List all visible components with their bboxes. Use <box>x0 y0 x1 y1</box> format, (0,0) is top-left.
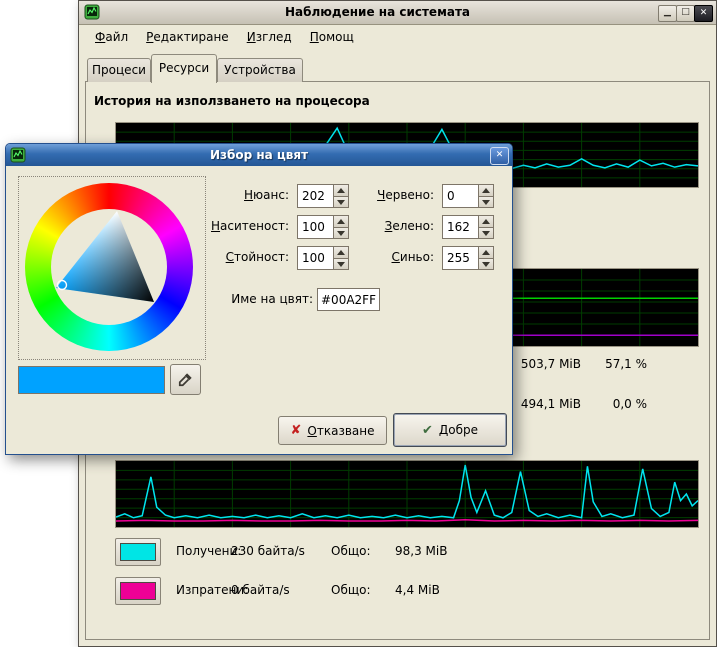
menu-file[interactable]: Файл <box>86 25 137 48</box>
cancel-button[interactable]: ✘ Отказване <box>278 416 387 445</box>
received-total-label: Общо: <box>331 544 371 558</box>
saturation-spinbox <box>297 215 349 239</box>
system-monitor-icon <box>84 4 100 20</box>
green-spinbox <box>442 215 494 239</box>
received-color-swatch <box>120 543 156 561</box>
cancel-icon: ✘ <box>291 423 302 438</box>
spin-up-button[interactable] <box>333 185 348 196</box>
hue-spinbox <box>297 184 349 208</box>
red-label: Червено: <box>358 188 434 202</box>
memory-usage-percent: 57,1 % <box>579 357 647 371</box>
spin-down-button[interactable] <box>333 258 348 270</box>
blue-spinbox <box>442 246 494 270</box>
value-spinbox <box>297 246 349 270</box>
color-preview <box>18 366 165 394</box>
hsv-triangle[interactable] <box>49 207 169 327</box>
hue-ring[interactable] <box>25 183 193 351</box>
spin-down-button[interactable] <box>478 196 493 208</box>
main-window-title: Наблюдение на системата <box>109 1 646 24</box>
eyedropper-icon <box>177 371 194 388</box>
blue-input[interactable] <box>443 247 478 269</box>
dialog-titlebar[interactable]: Избор на цвят ✕ <box>6 144 512 166</box>
sent-rate: 0 байта/s <box>231 583 290 597</box>
dialog-icon <box>10 147 26 163</box>
saturation-label: Наситеност: <box>176 219 289 233</box>
network-history-chart <box>116 461 698 527</box>
value-input[interactable] <box>298 247 333 269</box>
minimize-icon: ▁ <box>664 7 671 17</box>
network-history-graph <box>115 460 699 528</box>
spin-up-button[interactable] <box>478 185 493 196</box>
dialog-title: Избор на цвят <box>30 144 488 166</box>
received-color-button[interactable] <box>115 538 161 566</box>
minimize-button[interactable]: ▁ <box>658 5 677 22</box>
green-label: Зелено: <box>358 219 434 233</box>
ok-button-label: Добре <box>439 423 478 437</box>
value-label: Стойност: <box>176 250 289 264</box>
sent-color-swatch <box>120 582 156 600</box>
dialog-close-icon: ✕ <box>496 150 504 160</box>
maximize-icon: □ <box>681 7 690 17</box>
close-icon: ✕ <box>700 8 708 18</box>
tab-processes[interactable]: Процеси <box>87 58 151 82</box>
sent-total: 4,4 MiB <box>395 583 440 597</box>
tab-resources[interactable]: Ресурси <box>151 54 217 83</box>
blue-label: Синьо: <box>358 250 434 264</box>
sent-total-label: Общо: <box>331 583 371 597</box>
spin-up-button[interactable] <box>333 216 348 227</box>
spin-up-button[interactable] <box>333 247 348 258</box>
dialog-close-button[interactable]: ✕ <box>490 147 509 165</box>
menubar: ФайлРедактиранеИзгледПомощ <box>79 25 716 51</box>
menu-view[interactable]: Изглед <box>238 25 301 48</box>
menu-edit[interactable]: Редактиране <box>137 25 238 48</box>
spin-up-button[interactable] <box>478 247 493 258</box>
hue-label: Нюанс: <box>176 188 289 202</box>
desktop: Наблюдение на системата ▁ □ ✕ ФайлРедакт… <box>0 0 717 647</box>
red-input[interactable] <box>443 185 478 207</box>
saturation-input[interactable] <box>298 216 333 238</box>
red-spinbox <box>442 184 494 208</box>
spin-up-button[interactable] <box>478 216 493 227</box>
ok-button[interactable]: ✔ Добре <box>393 413 507 447</box>
hue-input[interactable] <box>298 185 333 207</box>
received-rate: 230 байта/s <box>231 544 305 558</box>
received-total: 98,3 MiB <box>395 544 447 558</box>
color-name-input[interactable] <box>317 288 380 311</box>
spin-down-button[interactable] <box>478 258 493 270</box>
close-button[interactable]: ✕ <box>694 5 713 22</box>
main-titlebar[interactable]: Наблюдение на системата ▁ □ ✕ <box>79 1 716 25</box>
spin-down-button[interactable] <box>333 196 348 208</box>
spin-down-button[interactable] <box>333 227 348 239</box>
ok-icon: ✔ <box>422 423 433 438</box>
color-name-label: Име на цвят: <box>201 292 313 306</box>
sent-color-button[interactable] <box>115 577 161 605</box>
green-input[interactable] <box>443 216 478 238</box>
swap-usage-percent: 0,0 % <box>579 397 647 411</box>
eyedropper-button[interactable] <box>170 364 201 395</box>
menu-help[interactable]: Помощ <box>301 25 363 48</box>
cancel-button-label: Отказване <box>307 424 374 438</box>
spin-down-button[interactable] <box>478 227 493 239</box>
color-picker-dialog: Избор на цвят ✕ <box>5 143 513 455</box>
maximize-button[interactable]: □ <box>676 5 695 22</box>
cpu-section-title: История на използването на процесора <box>94 94 370 108</box>
tab-devices[interactable]: Устройства <box>217 58 303 82</box>
